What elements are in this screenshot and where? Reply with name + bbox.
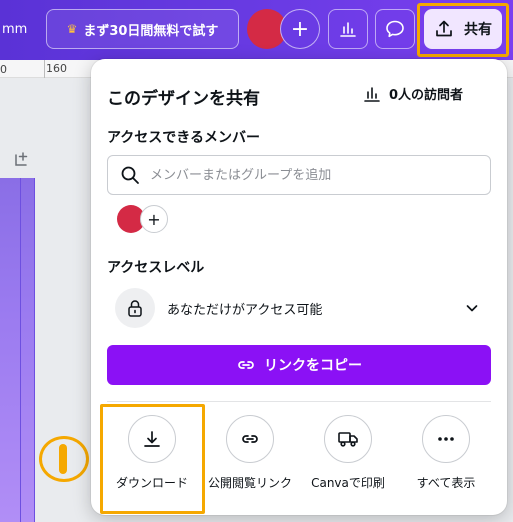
add-collaborator-button[interactable]: +: [280, 9, 320, 49]
access-level-label: アクセスレベル: [107, 260, 205, 276]
more-icon: [438, 437, 454, 441]
visitor-count-label: 0人の訪問者: [389, 88, 464, 103]
comment-button[interactable]: [375, 9, 415, 49]
divider: [107, 401, 491, 402]
see-all-button[interactable]: [422, 415, 470, 463]
copy-link-button[interactable]: リンクをコピー: [107, 345, 491, 385]
design-page[interactable]: [0, 178, 35, 522]
share-panel: このデザインを共有 0人の訪問者 アクセスできるメンバー + アクセスレベル: [91, 59, 507, 515]
visitor-count[interactable]: 0人の訪問者: [363, 84, 463, 103]
members-label: アクセスできるメンバー: [107, 130, 261, 146]
public-link-action[interactable]: 公開閲覧リンク: [200, 415, 300, 491]
print-action[interactable]: Canvaで印刷: [298, 415, 398, 491]
share-actions: ダウンロード 公開閲覧リンク Canvaで印刷 すべて表示: [91, 415, 507, 505]
see-all-action[interactable]: すべて表示: [396, 415, 496, 491]
share-label: 共有: [464, 22, 492, 38]
public-link-label: 公開閲覧リンク: [207, 476, 292, 490]
lock-icon-wrap: [115, 288, 155, 328]
lock-icon: [128, 300, 142, 317]
free-trial-label: まず30日間無料で試す: [83, 23, 219, 39]
truck-icon: [338, 432, 358, 447]
see-all-label: すべて表示: [416, 476, 476, 490]
add-page-icon[interactable]: [13, 151, 29, 167]
ruler-label-160: 160: [46, 62, 67, 75]
print-label: Canvaで印刷: [311, 476, 385, 490]
comment-icon: [386, 20, 404, 38]
free-trial-button[interactable]: ♛ まず30日間無料で試す: [46, 9, 239, 49]
unit-label: mm: [2, 22, 28, 37]
print-button[interactable]: [324, 415, 372, 463]
chevron-down-icon: [466, 305, 478, 312]
page-guide-line: [20, 178, 21, 522]
member-search-input[interactable]: [150, 167, 470, 183]
top-bar: mm ♛ まず30日間無料で試す + 共有: [0, 0, 513, 60]
panel-title: このデザインを共有: [107, 89, 260, 109]
ruler-label-0: 0: [0, 63, 7, 76]
crown-icon: ♛: [66, 22, 78, 36]
download-action[interactable]: ダウンロード: [102, 415, 202, 491]
plus-icon: +: [147, 209, 161, 229]
ruler-tick: [44, 60, 45, 78]
member-search-field[interactable]: [107, 155, 491, 195]
access-level-dropdown[interactable]: あなただけがアクセス可能: [107, 285, 491, 331]
link-icon: [238, 361, 254, 369]
share-button[interactable]: 共有: [424, 9, 502, 49]
upload-icon: [436, 20, 452, 37]
insights-button[interactable]: [328, 9, 368, 49]
public-link-button[interactable]: [226, 415, 274, 463]
download-label: ダウンロード: [115, 476, 188, 490]
download-button[interactable]: [128, 415, 176, 463]
add-member-button[interactable]: +: [140, 205, 168, 233]
bar-chart-icon: [340, 22, 356, 37]
access-level-value: あなただけがアクセス可能: [167, 302, 323, 318]
link-icon: [242, 435, 258, 443]
text-cursor: [59, 444, 67, 474]
plus-icon: +: [290, 16, 310, 42]
search-icon: [121, 166, 139, 184]
bar-chart-icon: [364, 86, 380, 102]
copy-link-label: リンクをコピー: [264, 358, 362, 374]
download-icon: [144, 431, 160, 447]
